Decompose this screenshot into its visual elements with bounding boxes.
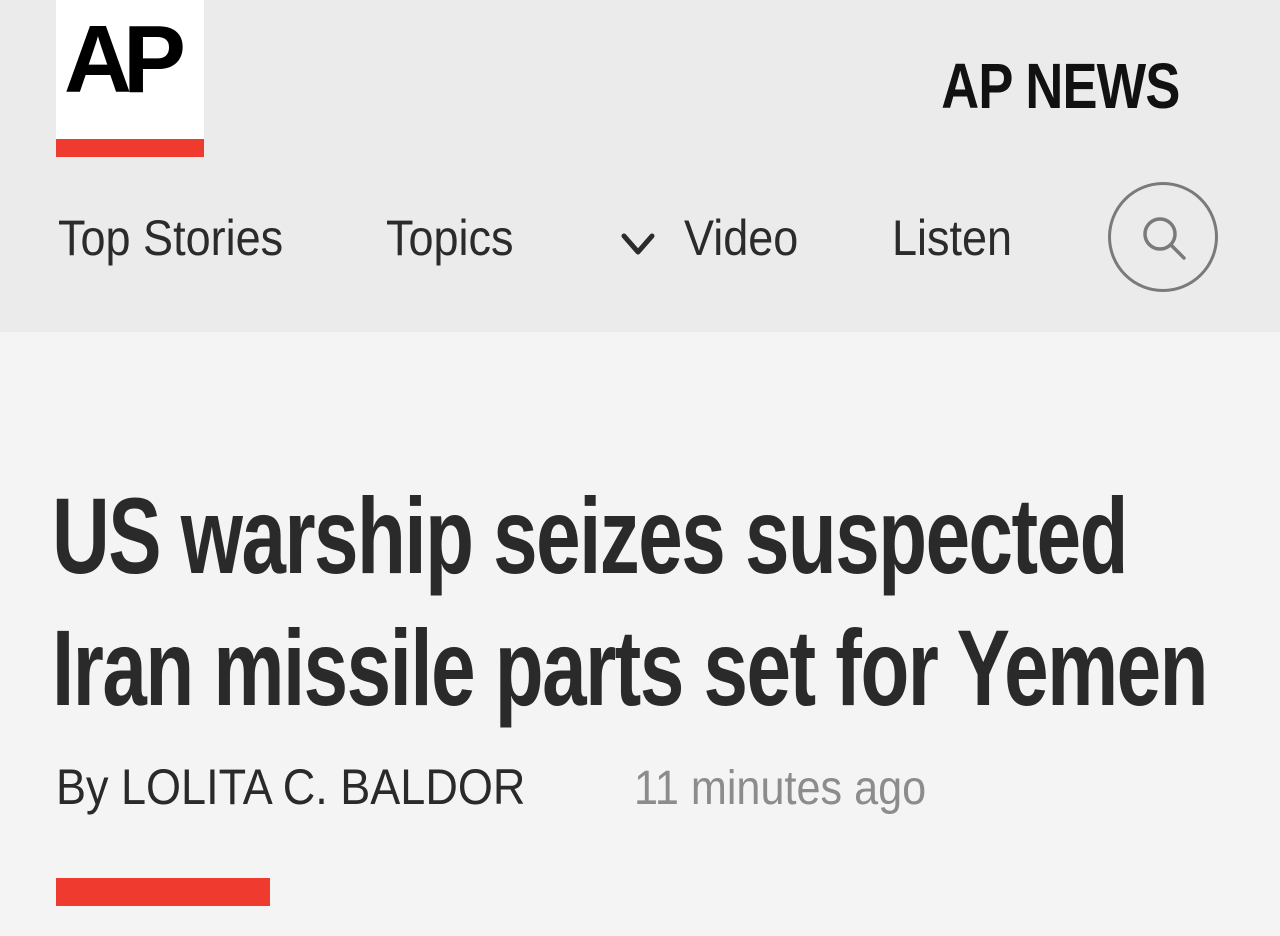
ap-logo[interactable]: AP [56,0,204,139]
brand-title[interactable]: AP NEWS [942,46,1181,126]
site-header: AP AP NEWS Top Stories Topics Video List… [0,0,1280,332]
nav-item-listen[interactable]: Listen [892,200,1012,276]
article-headline: US warship seizes suspected Iran missile… [52,470,1208,734]
headline-line: US warship seizes suspected [52,475,1128,596]
search-button[interactable] [1108,182,1218,292]
article-timestamp: 11 minutes ago [634,762,927,815]
ap-logo-text: AP [64,6,186,113]
chevron-down-icon[interactable] [616,222,660,266]
search-icon [1143,217,1186,260]
headline-line: Iran missile parts set for Yemen [52,607,1208,728]
article-accent-rule [56,878,270,906]
nav-item-top-stories[interactable]: Top Stories [58,200,283,276]
nav-item-video[interactable]: Video [684,200,798,276]
nav-item-topics[interactable]: Topics [386,200,514,276]
logo-accent-bar [56,139,204,157]
article-byline[interactable]: By LOLITA C. BALDOR [56,752,525,822]
